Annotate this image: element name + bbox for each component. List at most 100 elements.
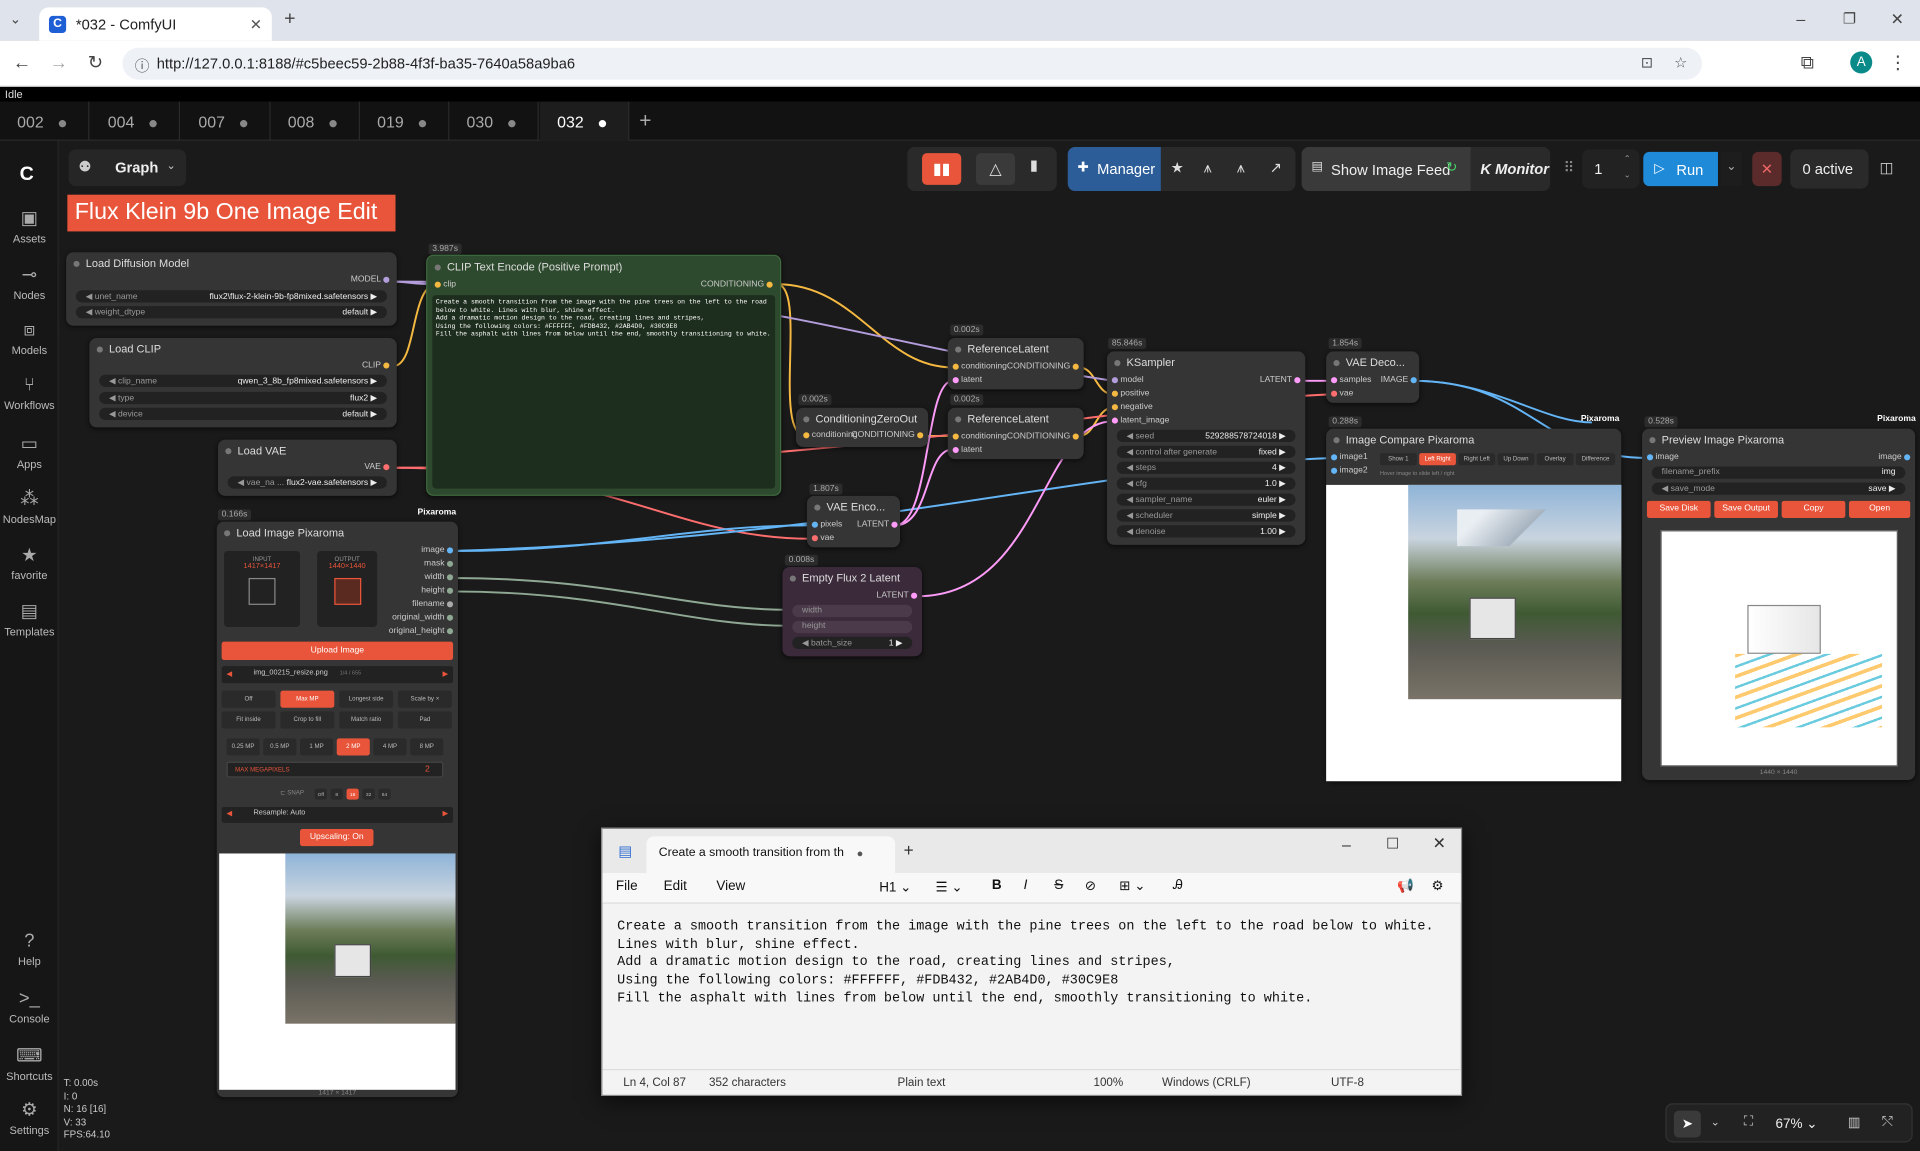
mode-show1-button[interactable]: Show 1 bbox=[1380, 453, 1417, 466]
clear-format-icon[interactable]: Ꭿ bbox=[1173, 878, 1183, 894]
mode-left-right-button[interactable]: Left Right bbox=[1419, 453, 1456, 466]
chevron-down-icon[interactable]: ⌄ bbox=[1711, 1116, 1720, 1129]
prompt-textarea[interactable]: Create a smooth transition from the imag… bbox=[432, 295, 776, 489]
prev-resample-icon[interactable]: ◀ bbox=[227, 809, 233, 818]
mode-longest-side-button[interactable]: Longest side bbox=[339, 690, 394, 708]
preview-output-image[interactable] bbox=[1660, 530, 1898, 767]
snap-8-button[interactable]: 8 bbox=[330, 788, 343, 800]
widget-denoise[interactable]: ◀ denoise 1.00 ▶ bbox=[1116, 525, 1296, 538]
save-disk-button[interactable]: Save Disk bbox=[1646, 500, 1711, 518]
copy-button[interactable]: Copy bbox=[1781, 500, 1846, 518]
input-port-positive[interactable]: positive bbox=[1111, 389, 1149, 398]
input-port-pixels[interactable]: pixels bbox=[811, 520, 842, 529]
menu-view[interactable]: View bbox=[716, 879, 745, 894]
upscaling-toggle[interactable]: Upscaling: On bbox=[300, 828, 374, 847]
resample-select[interactable]: ◀ Resample: Auto ▶ bbox=[221, 806, 454, 823]
heading-dropdown[interactable]: H1 ⌄ bbox=[879, 879, 911, 895]
input-port-latent-image[interactable]: latent_image bbox=[1111, 416, 1169, 425]
mode-max-mp-button[interactable]: Max MP bbox=[280, 690, 335, 708]
open-button[interactable]: Open bbox=[1848, 500, 1911, 518]
snap-64-button[interactable]: 64 bbox=[378, 788, 391, 800]
widget-width[interactable]: width bbox=[792, 604, 913, 618]
list-icon[interactable]: ☰ ⌄ bbox=[936, 879, 963, 895]
new-notepad-tab-button[interactable]: + bbox=[904, 840, 914, 860]
input-port-conditioning[interactable]: conditioning bbox=[952, 432, 1007, 441]
mp-8-button[interactable]: 8 MP bbox=[410, 738, 444, 756]
output-port-original-height[interactable]: original_height bbox=[389, 627, 454, 636]
widget-vae-name[interactable]: ◀ vae_na ... flux2-vae.safetensors ▶ bbox=[227, 476, 387, 489]
close-window-icon[interactable]: ✕ bbox=[1433, 834, 1446, 854]
mode-right-left-button[interactable]: Right Left bbox=[1458, 453, 1496, 466]
widget-cfg[interactable]: ◀ cfg 1.0 ▶ bbox=[1116, 477, 1296, 490]
encoding[interactable]: UTF-8 bbox=[1331, 1076, 1364, 1089]
bold-icon[interactable]: B bbox=[992, 878, 1002, 893]
output-port-image[interactable]: image bbox=[421, 546, 454, 555]
snap-off-button[interactable]: Off bbox=[314, 788, 327, 800]
upload-image-button[interactable]: Upload Image bbox=[221, 641, 454, 661]
output-port-conditioning[interactable]: CONDITIONING bbox=[851, 431, 924, 440]
output-port-image[interactable]: image bbox=[1878, 453, 1911, 462]
widget-height[interactable]: height bbox=[792, 620, 913, 634]
menu-file[interactable]: File bbox=[616, 879, 638, 894]
node-load-diffusion-model[interactable]: Load Diffusion Model MODEL ◀ unet_name fl… bbox=[66, 252, 397, 326]
input-port-conditioning[interactable]: conditioning bbox=[803, 431, 858, 440]
output-port-image[interactable]: IMAGE bbox=[1381, 376, 1417, 384]
next-resample-icon[interactable]: ▶ bbox=[443, 809, 449, 818]
notepad-tab[interactable]: Create a smooth transition from th ● bbox=[646, 836, 896, 874]
output-port-clip[interactable]: CLIP bbox=[362, 361, 390, 370]
node-empty-flux2-latent[interactable]: Empty Flux 2 Latent LATENT width height … bbox=[782, 566, 923, 657]
output-port-conditioning[interactable]: CONDITIONING bbox=[1007, 432, 1079, 441]
node-image-compare[interactable]: Image Compare Pixaroma image1 image2 Sho… bbox=[1326, 428, 1622, 782]
compare-canvas[interactable] bbox=[1326, 484, 1622, 782]
input-port-samples[interactable]: samples bbox=[1331, 376, 1371, 384]
gear-icon[interactable]: ⚙ bbox=[1431, 878, 1443, 894]
output-port-original-width[interactable]: original_width bbox=[392, 613, 454, 622]
node-reference-latent[interactable]: ReferenceLatent conditioning latent COND… bbox=[947, 407, 1084, 460]
megaphone-icon[interactable]: 📢 bbox=[1397, 878, 1414, 894]
select-tool-icon[interactable]: ➤ bbox=[1673, 1110, 1701, 1138]
node-load-vae[interactable]: Load VAE VAE ◀ vae_na ... flux2-vae.safet… bbox=[217, 439, 397, 496]
widget-unet-name[interactable]: ◀ unet_name flux2\flux-2-klein-9b-fp8mixe… bbox=[75, 290, 387, 303]
prev-file-icon[interactable]: ◀ bbox=[227, 670, 233, 678]
zoom-level[interactable]: 100% bbox=[1093, 1076, 1123, 1089]
output-port-width[interactable]: width bbox=[425, 573, 454, 582]
mode-off-button[interactable]: Off bbox=[221, 690, 276, 708]
next-file-icon[interactable]: ▶ bbox=[443, 670, 449, 678]
output-port-latent[interactable]: LATENT bbox=[877, 591, 918, 600]
widget-clip-name[interactable]: ◀ clip_name qwen_3_8b_fp8mixed.safetensor… bbox=[99, 374, 387, 387]
output-port-model[interactable]: MODEL bbox=[351, 276, 390, 284]
node-clip-text-encode[interactable]: CLIP Text Encode (Positive Prompt) clip … bbox=[426, 254, 782, 496]
input-port-conditioning[interactable]: conditioning bbox=[952, 362, 1007, 371]
output-port-conditioning[interactable]: CONDITIONING bbox=[1007, 362, 1079, 371]
widget-batch-size[interactable]: ◀ batch_size 1 ▶ bbox=[792, 636, 913, 649]
output-port-conditioning[interactable]: CONDITIONING bbox=[701, 280, 773, 289]
output-port-filename[interactable]: filename bbox=[412, 600, 454, 609]
file-select[interactable]: ◀ img_00215_resize.png 1/4 / 655 ▶ bbox=[221, 666, 454, 684]
widget-filename-prefix[interactable]: filename_prefix img bbox=[1651, 466, 1906, 479]
node-load-image[interactable]: Load Image Pixaroma image mask width hei… bbox=[216, 521, 458, 1098]
mode-overlay-button[interactable]: Overlay bbox=[1536, 453, 1574, 466]
input-port-image1[interactable]: image1 bbox=[1331, 453, 1368, 462]
widget-sampler-name[interactable]: ◀ sampler_name euler ▶ bbox=[1116, 493, 1296, 506]
fit-view-icon[interactable]: ⛶ bbox=[1744, 1114, 1753, 1130]
mp-05-button[interactable]: 0.5 MP bbox=[263, 738, 297, 756]
zoom-level-button[interactable]: 67% ⌄ bbox=[1776, 1116, 1818, 1132]
menu-edit[interactable]: Edit bbox=[664, 879, 687, 894]
line-ending[interactable]: Windows (CRLF) bbox=[1162, 1076, 1251, 1089]
mp-4-button[interactable]: 4 MP bbox=[373, 738, 407, 756]
node-conditioning-zero-out[interactable]: ConditioningZeroOut conditioning CONDITI… bbox=[795, 407, 929, 447]
match-ratio-button[interactable]: Match ratio bbox=[339, 711, 394, 729]
widget-seed[interactable]: ◀ seed 529288578724018 ▶ bbox=[1116, 429, 1296, 443]
widget-scheduler[interactable]: ◀ scheduler simple ▶ bbox=[1116, 509, 1296, 522]
node-preview-image[interactable]: Preview Image Pixaroma image image filen… bbox=[1642, 428, 1916, 781]
mp-025-button[interactable]: 0.25 MP bbox=[226, 738, 260, 756]
input-port-vae[interactable]: vae bbox=[1331, 389, 1353, 398]
output-port-mask[interactable]: mask bbox=[424, 560, 454, 568]
node-reference-latent[interactable]: ReferenceLatent conditioning latent COND… bbox=[947, 337, 1084, 390]
save-output-button[interactable]: Save Output bbox=[1714, 500, 1778, 518]
input-port-latent[interactable]: latent bbox=[952, 376, 982, 384]
italic-icon[interactable]: I bbox=[1024, 878, 1028, 893]
input-port-negative[interactable]: negative bbox=[1111, 403, 1153, 411]
node-vae-encode[interactable]: VAE Enco... pixels vae LATENT bbox=[806, 495, 901, 548]
snap-32-button[interactable]: 32 bbox=[362, 788, 375, 800]
